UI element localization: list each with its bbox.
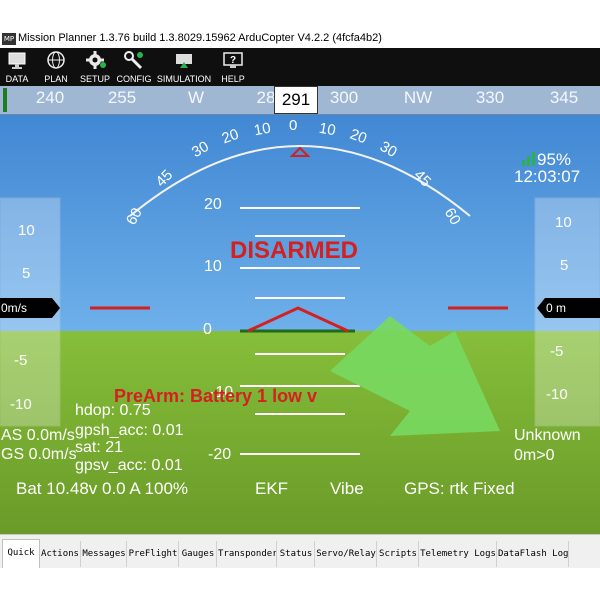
main-toolbar: DATA PLAN SETUP CONFIG SIMULATION ? HELP [0, 48, 600, 86]
tab-actions[interactable]: Actions [40, 541, 81, 567]
menu-data-button[interactable]: DATA [2, 48, 32, 86]
speed-tape-label: -10 [10, 396, 32, 413]
heading-tick: 255 [107, 88, 137, 107]
svg-text:?: ? [230, 55, 236, 66]
pitch-label: 0 [203, 321, 212, 338]
tab-content-area [0, 568, 600, 600]
gps-status-text: GPS: rtk Fixed [404, 479, 515, 498]
pitch-label: 20 [204, 196, 222, 213]
tab-status[interactable]: Status [278, 541, 315, 567]
menu-help-button[interactable]: ? HELP [218, 48, 248, 86]
pitch-label: 10 [204, 258, 222, 275]
roll-label-left: 10 [252, 119, 273, 140]
menu-simulation-button[interactable]: SIMULATION [156, 48, 212, 86]
altitude-tape-label: -10 [546, 386, 568, 403]
roll-label-right: 10 [317, 119, 338, 140]
app-logo-icon: MP [2, 33, 16, 45]
heading-current: 291 [274, 86, 318, 114]
speed-tape-label: 10 [18, 222, 35, 239]
roll-label-center: 0 [289, 117, 298, 134]
altitude-tape-label: -5 [550, 343, 564, 360]
wrench-icon [124, 51, 143, 70]
vibe-status-button[interactable]: Vibe [330, 479, 364, 499]
tab-gauges[interactable]: Gauges [180, 541, 217, 567]
arm-status-text: DISARMED [230, 237, 359, 264]
menu-setup-label: SETUP [79, 74, 110, 84]
heading-tick: W [187, 88, 205, 107]
help-monitor-icon: ? [223, 52, 243, 68]
hdop-text: hdop: 0.75 [75, 402, 151, 419]
groundspeed-text: GS 0.0m/s [1, 446, 77, 463]
tab-servo-relay[interactable]: Servo/Relay [316, 541, 377, 567]
heading-tick: 240 [35, 88, 65, 107]
altitude-tape-label: 5 [560, 257, 569, 274]
menu-setup-button[interactable]: SETUP [78, 48, 112, 86]
speed-current-text: 0m/s [1, 301, 28, 315]
clock-text: 12:03:07 [514, 167, 581, 186]
battery-status-text: Bat 10.48v 0.0 A 100% [16, 479, 189, 498]
altitude-tape-label: 10 [555, 214, 572, 231]
heading-tick: 330 [475, 88, 505, 107]
sat-count-text: sat: 21 [75, 439, 124, 456]
tab-transponder[interactable]: Transponder [218, 541, 277, 567]
setup-gear-icon [86, 51, 106, 69]
tab-quick[interactable]: Quick [2, 539, 40, 568]
speed-tape-label: -5 [14, 352, 28, 369]
heading-tick: 28 [256, 88, 276, 107]
altitude-current-text: 0 m [546, 301, 567, 315]
tab-dataflash-logs[interactable]: DataFlash Logs [498, 541, 569, 567]
heading-tick: 345 [549, 88, 579, 107]
airspeed-text: AS 0.0m/s [1, 427, 75, 444]
speed-tape-label: 5 [22, 265, 31, 282]
menu-config-button[interactable]: CONFIG [116, 48, 152, 86]
simulation-icon [176, 54, 192, 68]
tab-preflight[interactable]: PreFlight [128, 541, 179, 567]
flight-mode-text: Unknown [514, 427, 581, 444]
menu-data-label: DATA [5, 74, 29, 84]
menu-config-label: CONFIG [116, 74, 152, 84]
menu-plan-button[interactable]: PLAN [40, 48, 72, 86]
gpsh-acc-text: gpsh_acc: 0.01 [75, 422, 184, 439]
pitch-label: -20 [208, 446, 232, 463]
monitor-icon [8, 52, 26, 69]
globe-icon [47, 51, 65, 69]
menu-plan-label: PLAN [44, 74, 68, 84]
menu-help-label: HELP [221, 74, 245, 84]
window-title: Mission Planner 1.3.76 build 1.3.8029.15… [18, 32, 382, 44]
menu-simulation-label: SIMULATION [156, 74, 212, 84]
ekf-status-button[interactable]: EKF [255, 479, 288, 499]
tab-telemetry-logs[interactable]: Telemetry Logs [420, 541, 497, 567]
tab-messages[interactable]: Messages [82, 541, 127, 567]
gpsv-acc-text: gpsv_acc: 0.01 [75, 457, 183, 474]
tab-scripts[interactable]: Scripts [378, 541, 419, 567]
title-bar: MP Mission Planner 1.3.76 build 1.3.8029… [0, 0, 600, 48]
heading-tick: 300 [329, 88, 359, 107]
waypoint-text: 0m>0 [514, 447, 555, 464]
heading-indicator-bar [3, 88, 7, 112]
heading-tick: NW [403, 88, 433, 107]
hud-tab-bar: Quick Actions Messages PreFlight Gauges … [0, 534, 600, 569]
